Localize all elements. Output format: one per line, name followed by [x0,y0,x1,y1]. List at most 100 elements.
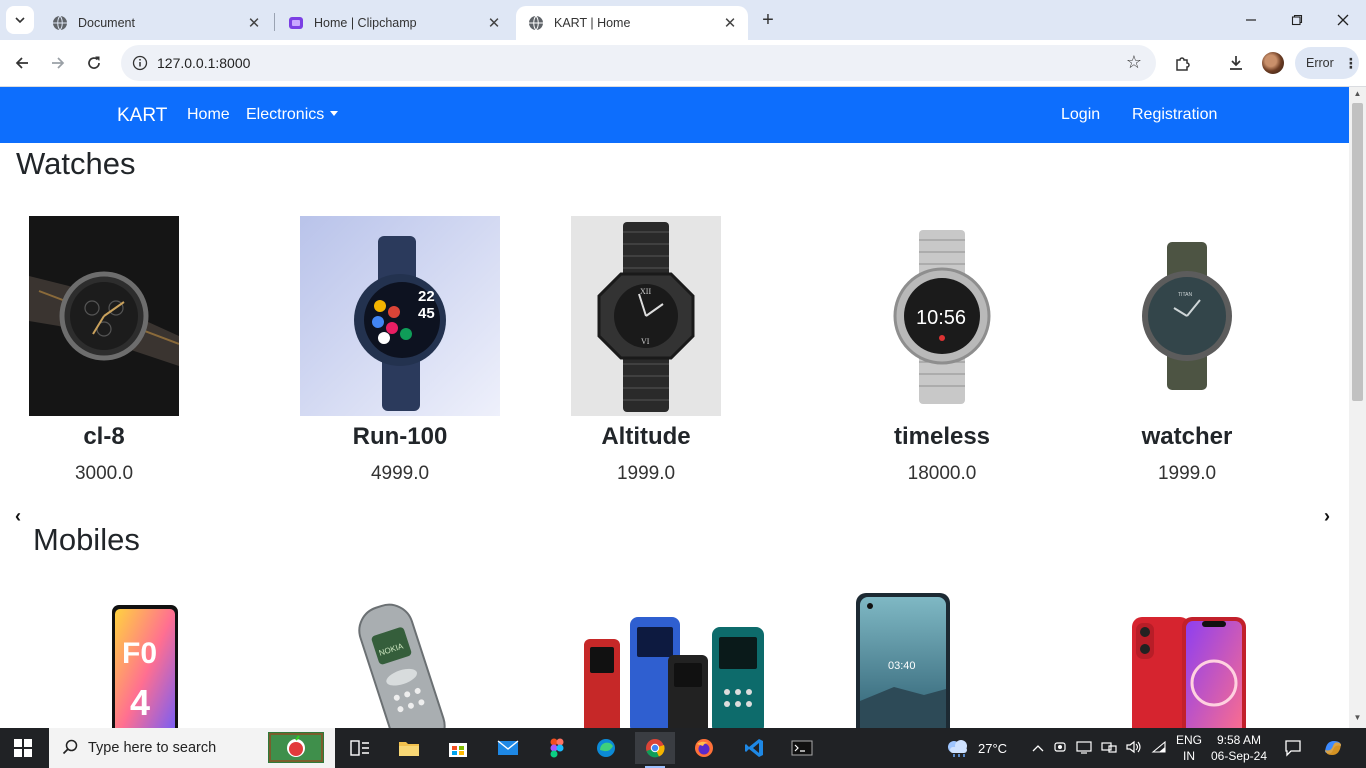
minimize-icon[interactable] [1228,0,1274,40]
product-image-timeless[interactable]: 10:56 [867,216,1017,416]
weather-temp: 27°C [978,740,1008,756]
carousel-prev-icon[interactable]: ‹ [15,506,21,527]
product-name[interactable]: Run-100 [300,423,500,451]
svg-text:03:40: 03:40 [888,660,916,672]
product-image-altitude[interactable]: XII VI [571,216,721,416]
kebab-menu-icon[interactable]: ⋮ [1344,55,1358,72]
close-icon[interactable]: ✕ [484,14,504,32]
nav-electronics-dropdown[interactable]: Electronics [246,106,339,124]
firefox-icon[interactable] [684,732,724,764]
carousel-next-icon[interactable]: › [1324,506,1330,527]
chevron-down-icon [15,17,25,24]
product-image-watcher[interactable]: TITAN [1112,216,1262,416]
product-name[interactable]: watcher [1087,423,1287,451]
microsoft-store-icon[interactable] [438,732,478,764]
svg-text:45: 45 [418,305,435,322]
watches-section-title: Watches [16,146,136,181]
browser-toolbar: 127.0.0.1:8000 ☆ Error ⋮ [0,40,1366,87]
chevron-up-icon[interactable] [1032,741,1044,756]
bookmark-star-icon[interactable]: ☆ [1126,52,1142,73]
product-price: 3000.0 [74,463,134,484]
weather-widget[interactable]: 27°C [945,728,1007,768]
reload-icon[interactable] [81,50,107,76]
tab-title: KART | Home [554,16,631,30]
terminal-icon[interactable] [782,732,822,764]
vscode-icon[interactable] [734,732,774,764]
download-icon[interactable] [1225,52,1247,74]
new-tab-plus-icon[interactable]: + [756,8,780,32]
back-arrow-icon[interactable] [9,50,35,76]
close-icon[interactable]: ✕ [720,14,740,32]
language-indicator[interactable]: ENG IN [1174,732,1204,764]
taskbar-clock[interactable]: 9:58 AM 06-Sep-24 [1206,732,1272,764]
product-image-cl-8[interactable] [29,216,179,416]
profile-avatar[interactable] [1262,52,1284,74]
product-name[interactable]: timeless [842,423,1042,451]
wifi-icon[interactable] [1151,740,1167,757]
language-code: ENG [1175,733,1202,747]
scroll-up-arrow-icon[interactable]: ▲ [1352,89,1363,101]
scroll-down-arrow-icon[interactable]: ▼ [1352,713,1363,725]
product-image-mobile-2[interactable]: NOKIA [346,595,458,728]
product-price: 18000.0 [907,463,977,484]
chrome-icon[interactable] [635,732,675,768]
forward-arrow-icon[interactable] [45,50,71,76]
product-image-mobile-1[interactable]: F0 4 [108,603,182,728]
mobiles-section-title: Mobiles [33,522,140,557]
tab-title: Home | Clipchamp [314,16,417,30]
window-close-icon[interactable] [1320,0,1366,40]
nav-home-link[interactable]: Home [187,106,230,124]
display-icon[interactable] [1076,740,1092,757]
page-viewport: KART Home Electronics Login Registration… [0,87,1349,728]
clipchamp-icon [288,15,304,31]
meet-now-icon[interactable] [1053,740,1067,757]
close-icon[interactable]: ✕ [244,14,264,32]
product-image-run-100[interactable]: 22 45 [300,216,500,416]
network-device-icon[interactable] [1101,740,1117,757]
extensions-puzzle-icon[interactable] [1172,52,1194,74]
svg-text:10:56: 10:56 [916,307,966,329]
product-image-mobile-4[interactable]: 03:40 [854,591,952,728]
nav-login-link[interactable]: Login [1061,106,1100,124]
tab-document[interactable]: Document ✕ [40,6,272,40]
tab-separator [274,13,275,31]
taskbar-search-box[interactable]: Type here to search [49,728,335,768]
nav-registration-link[interactable]: Registration [1132,106,1217,124]
product-image-mobile-5[interactable] [1128,613,1250,728]
page-scrollbar[interactable]: ▲ ▼ [1349,87,1366,728]
region-code: IN [1183,749,1195,763]
clock-date: 06-Sep-24 [1210,749,1268,763]
profile-error-button[interactable]: Error ⋮ [1295,47,1359,79]
profile-error-label: Error [1306,56,1334,70]
tab-title: Document [78,16,135,30]
svg-text:TITAN: TITAN [1178,292,1192,298]
tab-clipchamp[interactable]: Home | Clipchamp ✕ [276,6,512,40]
windows-start-icon[interactable] [14,739,32,757]
url-text[interactable]: 127.0.0.1:8000 [157,55,250,71]
search-highlight-badge[interactable] [268,732,324,763]
speaker-icon[interactable] [1126,740,1142,757]
tab-search-button[interactable] [6,6,34,34]
navbar-brand[interactable]: KART [117,105,167,127]
clock-time: 9:58 AM [1216,733,1262,747]
weather-cloud-icon [948,740,967,757]
file-explorer-icon[interactable] [389,732,429,764]
restore-icon[interactable] [1274,0,1320,40]
svg-text:XII: XII [640,287,651,296]
notifications-icon[interactable] [1284,728,1302,768]
address-bar[interactable]: 127.0.0.1:8000 ☆ [121,45,1156,81]
figma-icon[interactable] [537,732,577,764]
mail-icon[interactable] [488,732,528,764]
product-name[interactable]: cl-8 [4,423,204,451]
edge-icon[interactable] [586,732,626,764]
search-icon [62,739,78,760]
tab-kart-home[interactable]: KART | Home ✕ [516,6,748,40]
product-price: 4999.0 [370,463,430,484]
task-view-icon[interactable] [340,732,380,764]
site-info-icon[interactable] [131,54,149,72]
product-image-mobile-3[interactable] [582,617,770,728]
product-name[interactable]: Altitude [546,423,746,451]
copilot-icon[interactable] [1322,728,1344,768]
scrollbar-thumb[interactable] [1352,103,1363,401]
product-price: 1999.0 [616,463,676,484]
